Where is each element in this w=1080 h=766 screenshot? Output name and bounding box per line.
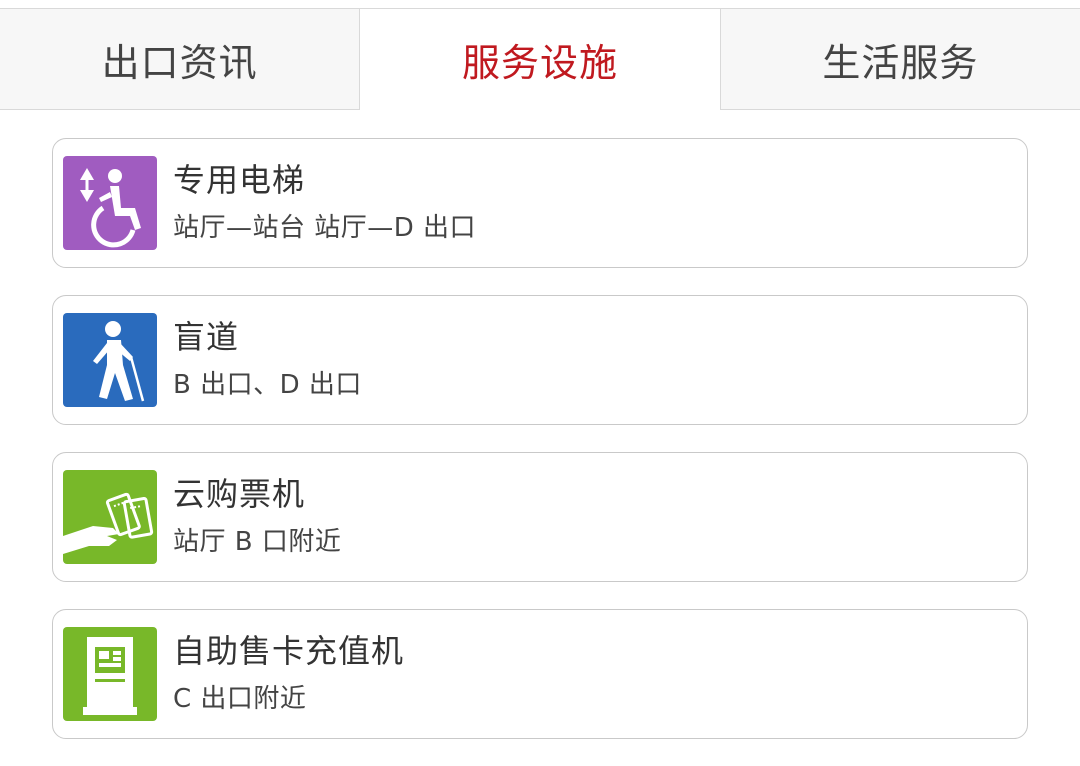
facility-card-elevator[interactable]: 专用电梯 站厅—站台 站厅—D 出口 [52,138,1028,268]
facility-title: 云购票机 [173,475,306,513]
wheelchair-elevator-icon [63,156,157,250]
facility-list: 专用电梯 站厅—站台 站厅—D 出口 盲道 B 出口、D 出口 云购票机 站厅 … [52,138,1028,766]
facility-title: 盲道 [173,318,240,356]
tab-bar: 出口资讯 服务设施 生活服务 [0,8,1080,110]
facility-title: 自助售卡充值机 [173,632,405,670]
facility-location: C 出口附近 [173,684,307,714]
facility-location: 站厅—站台 站厅—D 出口 [173,213,477,243]
tab-service-facilities[interactable]: 服务设施 [359,9,720,110]
blind-path-icon [63,313,157,407]
facility-card-blind-path[interactable]: 盲道 B 出口、D 出口 [52,295,1028,425]
facility-title: 专用电梯 [173,161,306,199]
tab-exit-info[interactable]: 出口资讯 [0,9,360,110]
facility-location: B 出口、D 出口 [173,370,362,400]
facility-card-card-recharge[interactable]: 自助售卡充值机 C 出口附近 [52,609,1028,739]
card-recharge-machine-icon [63,627,157,721]
tab-life-services[interactable]: 生活服务 [719,9,1080,110]
cloud-ticket-machine-icon [63,470,157,564]
facility-location: 站厅 B 口附近 [173,527,342,557]
facility-card-cloud-ticket[interactable]: 云购票机 站厅 B 口附近 [52,452,1028,582]
